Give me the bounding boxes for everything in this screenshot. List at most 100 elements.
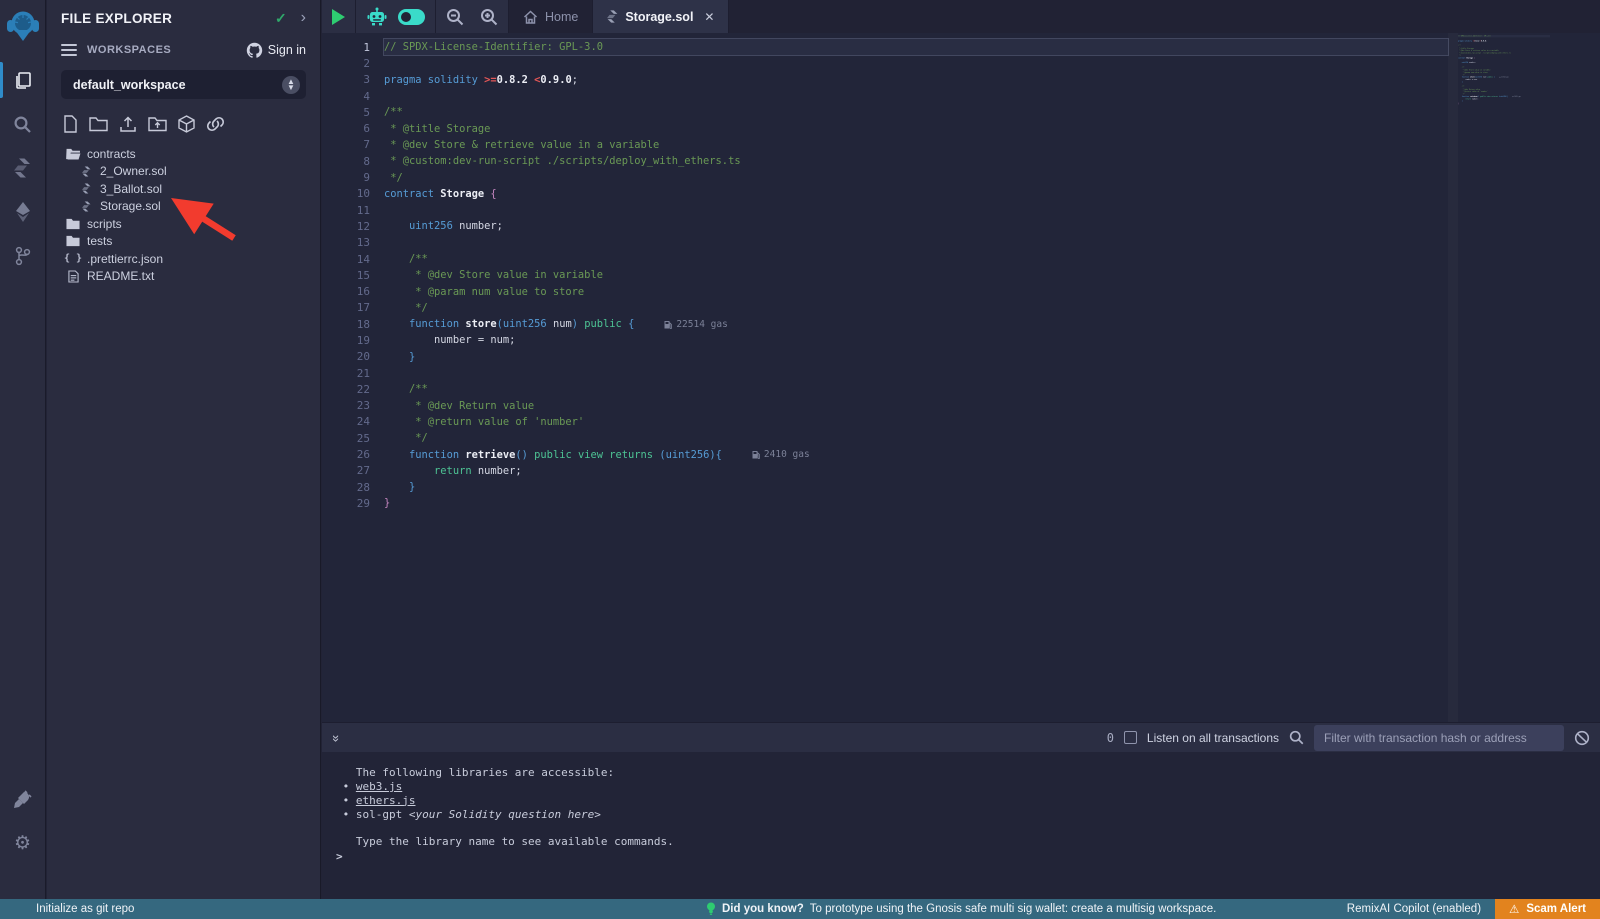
terminal-line: • sol-gpt <your Solidity question here> bbox=[336, 808, 1600, 822]
tree-item-readme-txt[interactable]: README.txt bbox=[47, 268, 320, 286]
tab-home[interactable]: Home bbox=[509, 0, 593, 33]
link-icon[interactable] bbox=[206, 116, 225, 132]
git-icon[interactable] bbox=[0, 234, 46, 278]
listen-checkbox[interactable] bbox=[1124, 731, 1137, 744]
code-line-20[interactable]: 20 } bbox=[322, 349, 1448, 365]
text-file-icon bbox=[65, 270, 81, 283]
code-line-4[interactable]: 4 bbox=[322, 88, 1448, 104]
code-line-29[interactable]: 29} bbox=[322, 495, 1448, 511]
editor-scrollbar[interactable] bbox=[1448, 33, 1458, 722]
line-number: 26 bbox=[322, 448, 384, 461]
copilot-status[interactable]: RemixAI Copilot (enabled) bbox=[1347, 903, 1481, 915]
zoom-in-icon[interactable] bbox=[480, 8, 498, 26]
code-line-14[interactable]: 14 /** bbox=[322, 251, 1448, 267]
code-editor[interactable]: 1// SPDX-License-Identifier: GPL-3.023pr… bbox=[322, 33, 1600, 722]
git-init-button[interactable]: Initialize as git repo bbox=[36, 903, 134, 915]
new-file-icon[interactable] bbox=[63, 115, 78, 133]
workspace-selector[interactable]: default_workspace ▲▼ bbox=[61, 70, 306, 99]
code-line-23[interactable]: 23 * @dev Return value bbox=[322, 398, 1448, 414]
run-script-button[interactable] bbox=[332, 9, 345, 25]
line-number: 16 bbox=[322, 285, 384, 298]
line-number: 4 bbox=[322, 90, 384, 103]
code-line-3[interactable]: 3pragma solidity >=0.8.2 <0.9.0; bbox=[322, 72, 1448, 88]
terminal-line: Type the library name to see available c… bbox=[336, 835, 1600, 849]
github-icon bbox=[246, 42, 263, 58]
code-line-12[interactable]: 12 uint256 number; bbox=[322, 218, 1448, 234]
solidity-file-icon bbox=[78, 201, 94, 212]
file-explorer-icon[interactable] bbox=[0, 58, 46, 102]
code-line-26[interactable]: 26 function retrieve() public view retur… bbox=[322, 446, 1448, 462]
code-line-24[interactable]: 24 * @return value of 'number' bbox=[322, 414, 1448, 430]
line-number: 12 bbox=[322, 220, 384, 233]
collapse-terminal-icon[interactable]: » bbox=[329, 735, 344, 740]
tree-item-tests[interactable]: tests bbox=[47, 233, 320, 251]
code-line-13[interactable]: 13 bbox=[322, 235, 1448, 251]
zoom-out-icon[interactable] bbox=[446, 8, 464, 26]
hamburger-menu-icon[interactable] bbox=[61, 44, 77, 56]
editor-minimap[interactable]: 1// SPDX-License-Identifier: GPL-3.023pr… bbox=[1458, 35, 1550, 121]
settings-gear-icon[interactable]: ⚙ bbox=[0, 821, 46, 865]
upload-folder-icon[interactable] bbox=[148, 116, 167, 132]
tab-storage-sol[interactable]: Storage.sol ✕ bbox=[593, 0, 729, 33]
remix-logo-icon[interactable] bbox=[6, 8, 40, 44]
code-line-27[interactable]: 27 return number; bbox=[322, 463, 1448, 479]
terminal-prompt[interactable]: > bbox=[336, 850, 343, 863]
sign-in-button[interactable]: Sign in bbox=[246, 42, 306, 58]
line-number: 1 bbox=[322, 41, 384, 54]
code-line-2[interactable]: 2 bbox=[322, 55, 1448, 71]
code-line-28[interactable]: 28 } bbox=[322, 479, 1448, 495]
terminal-line: • web3.js bbox=[336, 780, 1600, 794]
code-line-7[interactable]: 7 * @dev Store & retrieve value in a var… bbox=[322, 137, 1448, 153]
code-line-10[interactable]: 10contract Storage { bbox=[322, 186, 1448, 202]
code-line-8[interactable]: 8 * @custom:dev-run-script ./scripts/dep… bbox=[322, 153, 1448, 169]
line-number: 28 bbox=[322, 481, 384, 494]
code-line-16[interactable]: 16 * @param num value to store bbox=[322, 283, 1448, 299]
line-number: 27 bbox=[322, 464, 384, 477]
code-line-29[interactable]: 29} bbox=[1458, 103, 1550, 105]
tab-close-icon[interactable]: ✕ bbox=[704, 10, 714, 24]
search-icon[interactable] bbox=[0, 102, 46, 146]
plugin-manager-icon[interactable] bbox=[0, 777, 46, 821]
tree-item-label: README.txt bbox=[87, 269, 154, 283]
tree-item--prettierrc-json[interactable]: { }.prettierrc.json bbox=[47, 250, 320, 268]
new-folder-icon[interactable] bbox=[89, 116, 108, 132]
deploy-and-run-icon[interactable] bbox=[0, 190, 46, 234]
code-line-5[interactable]: 5/** bbox=[322, 104, 1448, 120]
line-number: 19 bbox=[322, 334, 384, 347]
scam-alert-button[interactable]: ⚠ Scam Alert bbox=[1495, 899, 1600, 919]
code-line-11[interactable]: 11 bbox=[322, 202, 1448, 218]
clear-console-icon[interactable] bbox=[1574, 730, 1590, 746]
code-line-18[interactable]: 18 function store(uint256 num) public {2… bbox=[322, 316, 1448, 332]
code-line-9[interactable]: 9 */ bbox=[322, 169, 1448, 185]
gas-estimate-badge: 2410 gas bbox=[752, 449, 810, 460]
cube-icon[interactable] bbox=[178, 115, 195, 133]
code-line-25[interactable]: 25 */ bbox=[322, 430, 1448, 446]
code-line-17[interactable]: 17 */ bbox=[322, 300, 1448, 316]
code-line-19[interactable]: 19 number = num; bbox=[322, 332, 1448, 348]
line-number: 15 bbox=[322, 269, 384, 282]
line-number: 29 bbox=[322, 497, 384, 510]
code-line-1[interactable]: 1// SPDX-License-Identifier: GPL-3.0 bbox=[322, 39, 1448, 55]
workspaces-label: WORKSPACES bbox=[87, 44, 246, 56]
tree-item-2-owner-sol[interactable]: 2_Owner.sol bbox=[47, 163, 320, 181]
copilot-toggle[interactable] bbox=[398, 9, 425, 25]
upload-file-icon[interactable] bbox=[119, 116, 137, 133]
code-line-6[interactable]: 6 * @title Storage bbox=[322, 120, 1448, 136]
remixai-robot-icon[interactable] bbox=[366, 7, 388, 26]
code-area[interactable]: 1// SPDX-License-Identifier: GPL-3.023pr… bbox=[322, 39, 1448, 512]
code-line-15[interactable]: 15 * @dev Store value in variable bbox=[322, 267, 1448, 283]
code-line-22[interactable]: 22 /** bbox=[322, 381, 1448, 397]
workspace-stepper-icon[interactable]: ▲▼ bbox=[282, 76, 300, 94]
transaction-filter-input[interactable] bbox=[1314, 725, 1564, 751]
tree-item-contracts[interactable]: contracts bbox=[47, 145, 320, 163]
code-line-21[interactable]: 21 bbox=[322, 365, 1448, 381]
terminal-output[interactable]: The following libraries are accessible: … bbox=[322, 752, 1600, 899]
editor-toolbar: Home Storage.sol ✕ bbox=[322, 0, 1600, 33]
tree-item-label: .prettierrc.json bbox=[87, 252, 163, 266]
chevron-right-icon[interactable]: › bbox=[301, 10, 306, 26]
solidity-compiler-icon[interactable] bbox=[0, 146, 46, 190]
tree-item-storage-sol[interactable]: Storage.sol bbox=[47, 198, 320, 216]
tip-bold-text: Did you know? bbox=[722, 903, 804, 915]
tree-item-3-ballot-sol[interactable]: 3_Ballot.sol bbox=[47, 180, 320, 198]
tree-item-scripts[interactable]: scripts bbox=[47, 215, 320, 233]
